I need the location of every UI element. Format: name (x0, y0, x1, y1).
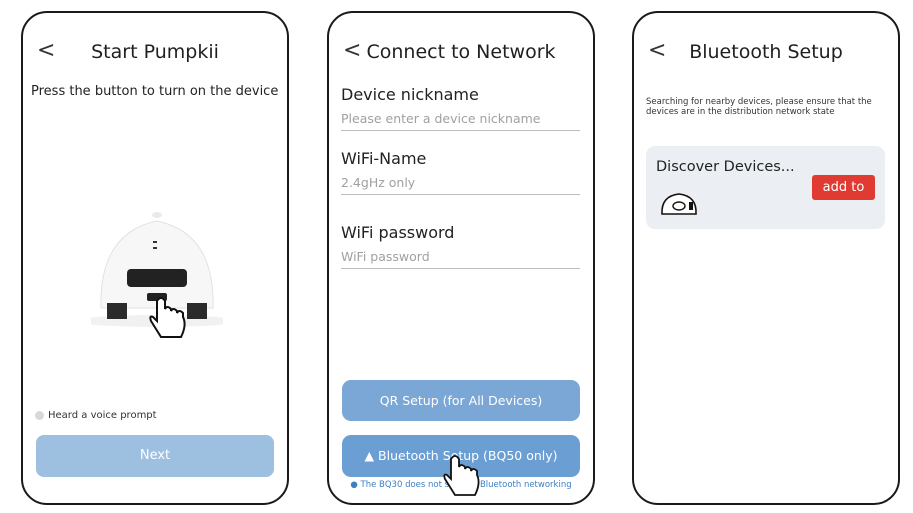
voice-prompt-option[interactable]: Heard a voice prompt (35, 410, 157, 421)
wifi-password-label: WiFi password (341, 223, 455, 242)
robot-mini-icon: ▲ (364, 448, 375, 463)
robot-mini-icon: ● (350, 480, 358, 490)
page-title: Connect to Network (366, 41, 556, 63)
page-title: Bluetooth Setup (689, 41, 843, 63)
instruction-text: Press the button to turn on the device (31, 84, 279, 99)
wifi-password-field[interactable]: WiFi password (341, 249, 430, 264)
radio-icon[interactable] (35, 411, 44, 420)
robot-mini-icon (661, 193, 697, 215)
search-note: Searching for nearby devices, please ens… (646, 97, 872, 117)
phone-start-pumpkii: < Start Pumpkii Press the button to turn… (21, 11, 289, 505)
phone-connect-network: < Connect to Network Device nickname Ple… (327, 11, 595, 505)
nickname-field[interactable]: Please enter a device nickname (341, 111, 540, 126)
discover-devices-label: Discover Devices... (656, 159, 795, 175)
nickname-label: Device nickname (341, 85, 479, 104)
wifi-name-label: WiFi-Name (341, 149, 427, 168)
phone-bluetooth-setup: < Bluetooth Setup Searching for nearby d… (632, 11, 900, 505)
pointing-hand-icon (443, 455, 480, 496)
voice-prompt-label: Heard a voice prompt (48, 410, 157, 421)
qr-setup-button[interactable]: QR Setup (for All Devices) (342, 380, 580, 421)
robot-illustration (91, 212, 223, 338)
page-title: Start Pumpkii (91, 41, 219, 63)
discovered-device-card: Discover Devices... add to (646, 146, 885, 229)
divider (341, 268, 580, 269)
nav-bar: < Start Pumpkii (23, 35, 287, 69)
wifi-name-field[interactable]: 2.4gHz only (341, 175, 415, 190)
add-device-button[interactable]: add to (812, 175, 875, 200)
next-button[interactable]: Next (36, 435, 274, 477)
nav-bar: < Connect to Network (329, 35, 593, 69)
divider (341, 130, 580, 131)
divider (341, 194, 580, 195)
nav-bar: < Bluetooth Setup (634, 35, 898, 69)
